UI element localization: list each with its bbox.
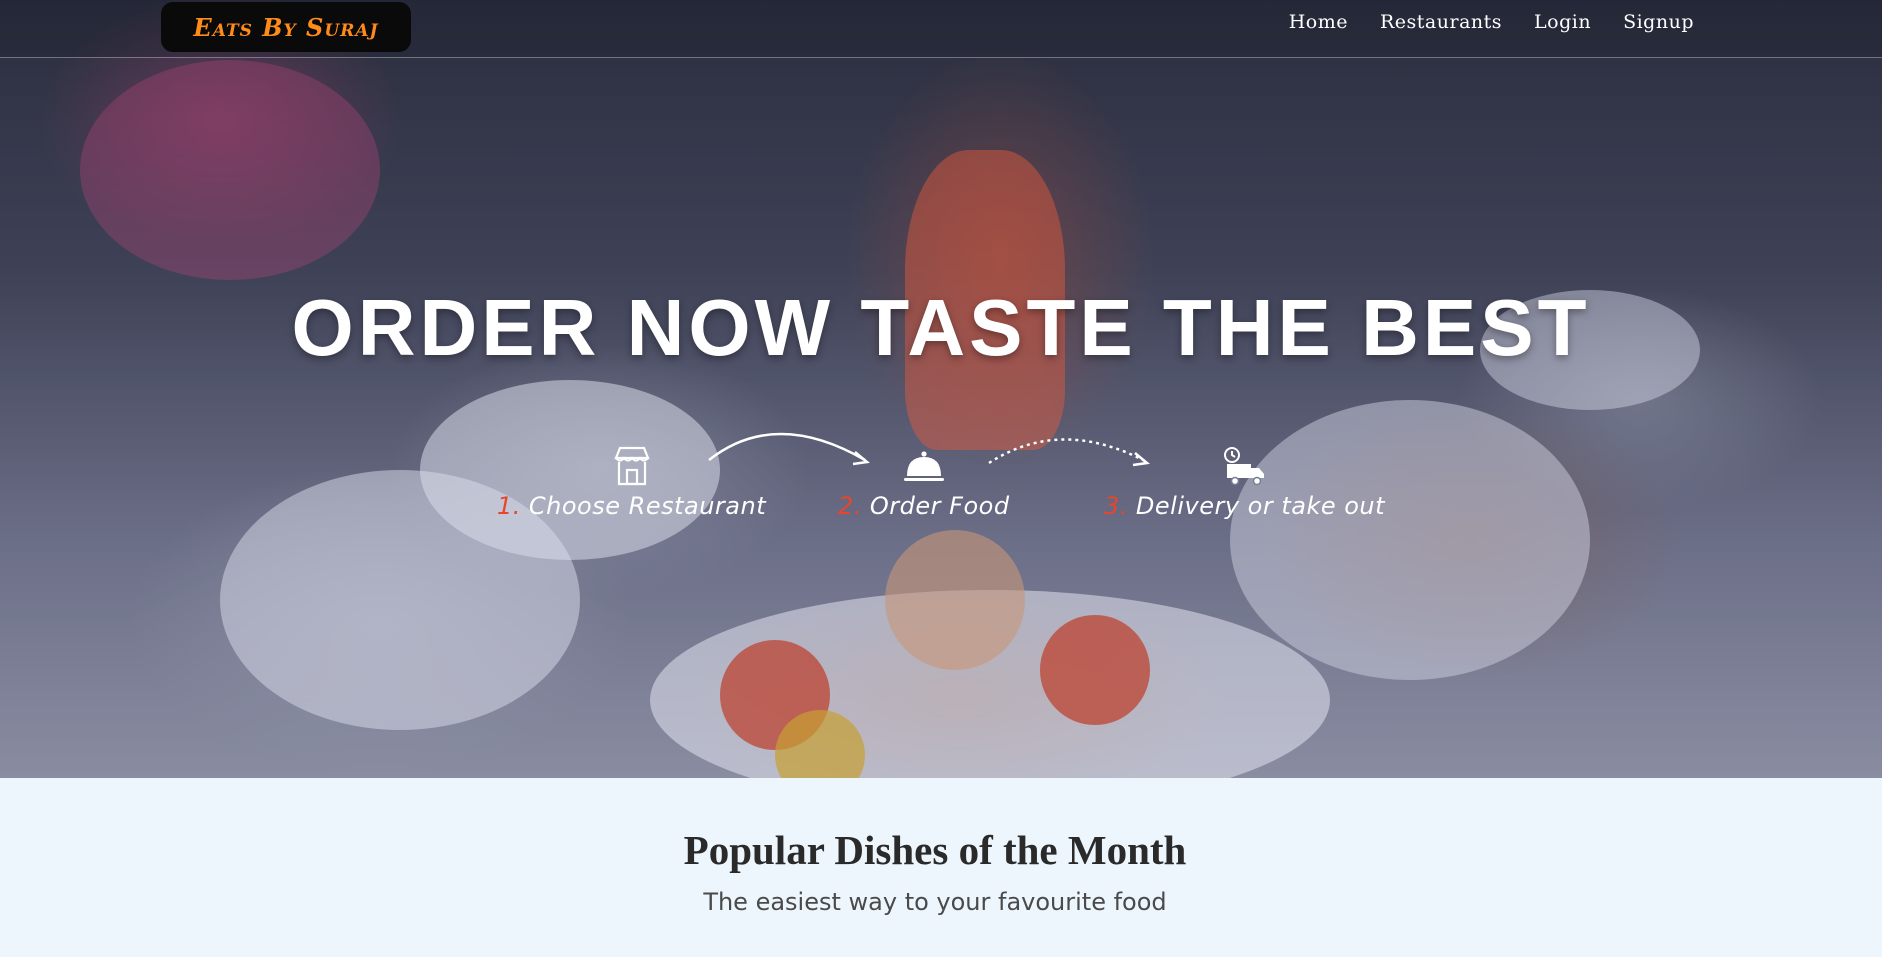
nav-signup[interactable]: Signup xyxy=(1607,10,1710,34)
hero-banner xyxy=(0,0,1882,778)
step-label: 2. Order Food xyxy=(838,492,1010,520)
step-number: 1. xyxy=(497,492,521,520)
store-icon xyxy=(613,446,650,486)
section-title: Popular Dishes of the Month xyxy=(683,827,1187,873)
hero-egg xyxy=(885,530,1025,670)
nav-login[interactable]: Login xyxy=(1518,10,1607,34)
hero-flowers xyxy=(80,60,380,280)
hero-headline: ORDER NOW TASTE THE BEST xyxy=(291,283,1591,372)
step-label: 3. Delivery or take out xyxy=(1104,492,1385,520)
step-text: Order Food xyxy=(869,492,1010,520)
step-number: 2. xyxy=(838,492,862,520)
hero-tomato-2 xyxy=(1040,615,1150,725)
navbar: Eats By Suraj Home Restaurants Login Sig… xyxy=(0,0,1882,58)
step-label: 1. Choose Restaurant xyxy=(497,492,766,520)
nav-restaurants[interactable]: Restaurants xyxy=(1364,10,1518,34)
nav-links: Home Restaurants Login Signup xyxy=(1273,10,1710,34)
step-delivery: 3. Delivery or take out xyxy=(1104,444,1385,520)
brand-logo[interactable]: Eats By Suraj xyxy=(161,2,411,52)
hero-bowl-right xyxy=(1230,400,1590,680)
delivery-truck-icon xyxy=(1223,447,1264,486)
step-text: Choose Restaurant xyxy=(528,492,767,520)
step-number: 3. xyxy=(1104,492,1128,520)
cloche-icon xyxy=(903,451,944,481)
nav-home[interactable]: Home xyxy=(1273,10,1364,34)
step-text: Delivery or take out xyxy=(1135,492,1386,520)
popular-dishes-section: Popular Dishes of the Month The easiest … xyxy=(0,778,1882,957)
section-subtitle: The easiest way to your favourite food xyxy=(703,888,1167,916)
step-order-food: 2. Order Food xyxy=(838,444,1010,520)
